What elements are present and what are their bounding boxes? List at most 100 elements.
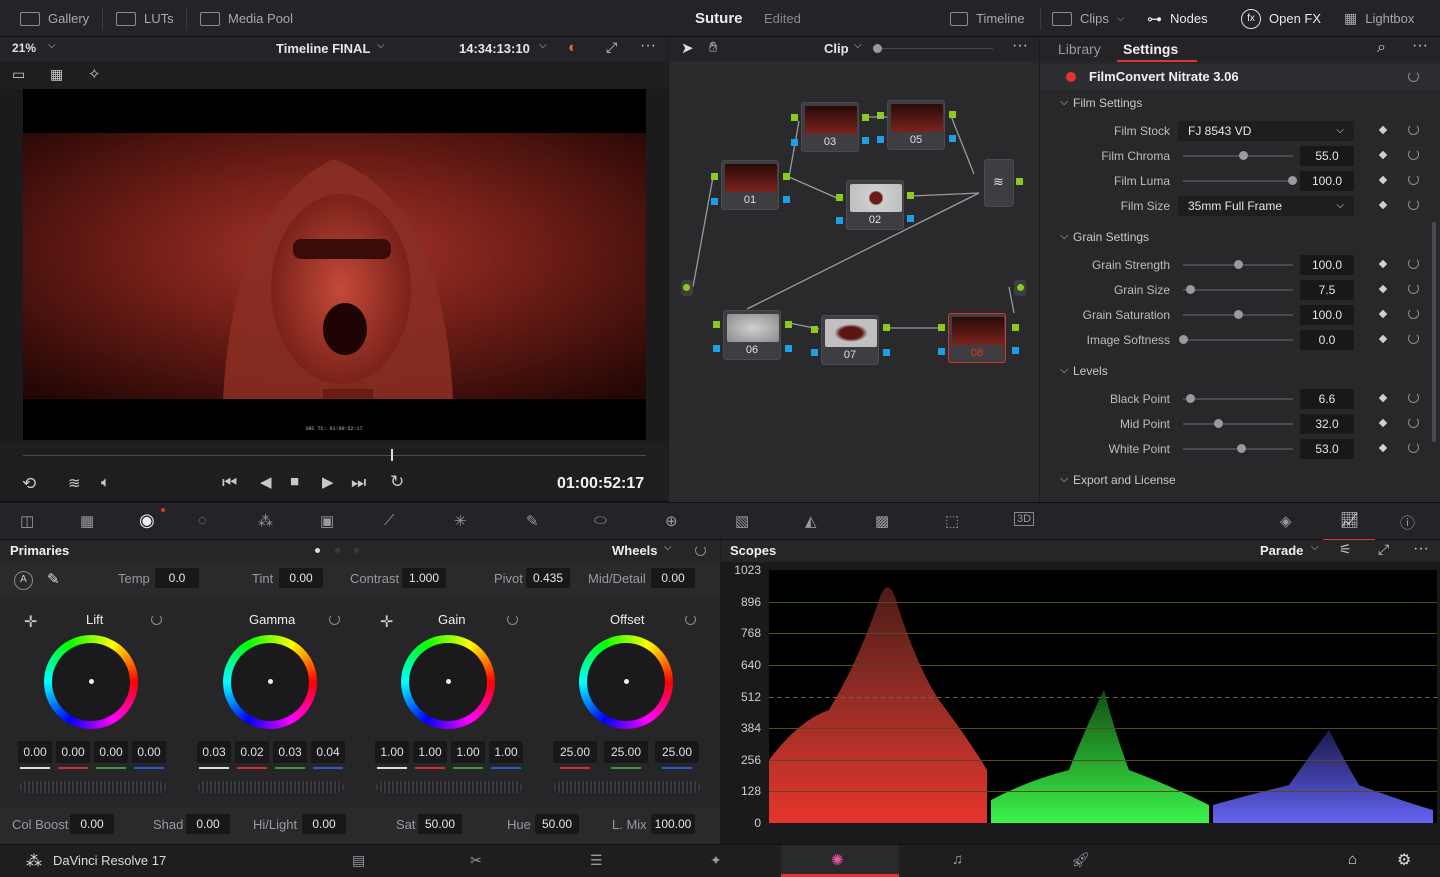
color-wheels-icon[interactable]: ◉ xyxy=(139,510,155,531)
gain-green[interactable]: 1.00 xyxy=(451,741,485,763)
reset-icon[interactable] xyxy=(1408,174,1419,185)
offset-red[interactable]: 25.00 xyxy=(553,741,597,763)
key-icon[interactable]: ▩ xyxy=(875,512,889,530)
grain-saturation-knob[interactable] xyxy=(1234,310,1243,319)
more-options-icon[interactable]: ··· xyxy=(640,37,656,55)
chevron-down-icon[interactable]: ⌵ xyxy=(1060,473,1068,486)
keyframe-icon[interactable] xyxy=(1378,309,1388,319)
gain-master[interactable]: 1.00 xyxy=(375,741,409,763)
reset-icon[interactable] xyxy=(1408,392,1419,403)
node-07[interactable]: 07 xyxy=(821,315,879,365)
reset-icon[interactable] xyxy=(1408,417,1419,428)
node-graph[interactable]: ≋ 01 02 03 05 06 07 08 xyxy=(669,61,1039,502)
fullscreen-icon[interactable]: ⤢ xyxy=(1378,541,1389,558)
pointer-icon[interactable]: ➤ xyxy=(681,39,694,57)
mid-point-knob[interactable] xyxy=(1214,419,1223,428)
tab-settings[interactable]: Settings xyxy=(1123,41,1178,57)
cut-page-icon[interactable]: ✂ xyxy=(470,852,482,869)
chevron-down-icon[interactable]: ⌵ xyxy=(854,40,862,51)
more-options-icon[interactable]: ··· xyxy=(1413,540,1429,558)
keyframe-icon[interactable] xyxy=(1378,175,1388,185)
single-view-icon[interactable]: ▭ xyxy=(12,66,25,83)
grain-size-field[interactable]: 7.5 xyxy=(1300,280,1354,300)
sizing-icon[interactable]: ⬚ xyxy=(945,512,959,530)
section-film-settings[interactable]: Film Settings xyxy=(1073,96,1142,110)
magic-mask-icon[interactable]: ▧ xyxy=(735,512,749,530)
keyframe-icon[interactable] xyxy=(1378,200,1388,210)
scope-mode-select[interactable]: Parade xyxy=(1260,543,1303,558)
more-options-icon[interactable]: ··· xyxy=(1012,37,1028,55)
gamma-blue[interactable]: 0.04 xyxy=(311,741,345,763)
lmix-field[interactable]: 100.00 xyxy=(651,814,695,834)
film-luma-knob[interactable] xyxy=(1288,176,1297,185)
skip-forward-icon[interactable]: ⏭︎ xyxy=(351,473,366,493)
highlight-icon[interactable]: ◐ xyxy=(568,39,577,56)
video-frame[interactable]: SRC TC: 01:00:52:17 xyxy=(23,89,646,440)
film-stock-select[interactable]: FJ 8543 VD ⌵ xyxy=(1178,121,1354,141)
zoom-select[interactable]: 21% xyxy=(12,41,36,55)
more-options-icon[interactable]: ··· xyxy=(1412,37,1428,55)
hdr-wheels-icon[interactable]: ◌ xyxy=(198,512,207,529)
scrubber-track[interactable] xyxy=(23,455,646,456)
colboost-field[interactable]: 0.00 xyxy=(70,814,114,834)
chevron-down-icon[interactable]: ⌵ xyxy=(48,40,56,51)
color-match-icon[interactable]: ▦ xyxy=(80,512,94,530)
media-page-icon[interactable]: ▤ xyxy=(352,852,365,869)
layers-icon[interactable]: ≋ xyxy=(68,474,81,492)
offset-master-jog[interactable] xyxy=(554,781,700,793)
lightbox-button[interactable]: ▦ Lightbox xyxy=(1344,0,1414,37)
luts-button[interactable]: LUTs xyxy=(116,0,174,37)
gallery-button[interactable]: Gallery xyxy=(20,0,89,37)
gain-master-jog[interactable] xyxy=(376,781,522,793)
grain-strength-field[interactable]: 100.0 xyxy=(1300,255,1354,275)
black-point-field[interactable]: 6.6 xyxy=(1300,389,1354,409)
gear-icon[interactable]: ⚙ xyxy=(1397,850,1411,870)
offset-green[interactable]: 25.00 xyxy=(604,741,648,763)
temp-field[interactable]: 0.0 xyxy=(155,568,199,588)
chevron-down-icon[interactable]: ⌵ xyxy=(1060,230,1068,243)
node-01[interactable]: 01 xyxy=(721,160,779,210)
keyframe-icon[interactable] xyxy=(1378,125,1388,135)
contrast-field[interactable]: 1.000 xyxy=(402,568,446,588)
gain-blue[interactable]: 1.00 xyxy=(489,741,523,763)
crosshair-icon[interactable]: ✛ xyxy=(380,612,393,632)
play-icon[interactable]: ▶ xyxy=(322,473,334,491)
keyframe-icon[interactable] xyxy=(1378,259,1388,269)
tint-field[interactable]: 0.00 xyxy=(279,568,323,588)
node-06[interactable]: 06 xyxy=(723,310,781,360)
tab-library[interactable]: Library xyxy=(1058,41,1101,57)
reset-icon[interactable] xyxy=(507,614,518,625)
blur-icon[interactable]: ◭ xyxy=(805,512,817,530)
primaries-mode-select[interactable]: Wheels xyxy=(612,543,658,558)
timeline-button[interactable]: Timeline xyxy=(950,0,1025,37)
page-dot-2[interactable] xyxy=(335,548,340,553)
section-levels[interactable]: Levels xyxy=(1073,364,1108,378)
hand-icon[interactable]: ✋︎ xyxy=(709,39,718,56)
color-page-tab[interactable]: ✺ xyxy=(781,845,899,877)
qualifier-icon[interactable]: ✎ xyxy=(526,512,539,530)
lift-blue[interactable]: 0.00 xyxy=(132,741,166,763)
grain-size-knob[interactable] xyxy=(1186,285,1195,294)
media-pool-button[interactable]: Media Pool xyxy=(200,0,293,37)
fusion-page-icon[interactable]: ✦ xyxy=(710,852,722,869)
rgb-mixer-icon[interactable]: ⁂ xyxy=(258,512,273,530)
volume-icon[interactable]: 🔈︎ xyxy=(101,474,110,491)
keyframe-icon[interactable] xyxy=(1378,418,1388,428)
reset-icon[interactable] xyxy=(685,614,696,625)
info-icon[interactable]: ⓘ xyxy=(1400,512,1415,533)
fairlight-page-icon[interactable]: ♫ xyxy=(952,851,963,868)
reset-icon[interactable] xyxy=(1408,333,1419,344)
reset-icon[interactable] xyxy=(1408,283,1419,294)
keyframe-icon[interactable] xyxy=(1378,334,1388,344)
camera-raw-icon[interactable]: ◫ xyxy=(20,512,34,530)
node-03[interactable]: 03 xyxy=(801,102,859,152)
layer-mixer-node[interactable]: ≋ xyxy=(984,159,1014,207)
reset-icon[interactable] xyxy=(1408,442,1419,453)
hue-field[interactable]: 50.00 xyxy=(535,814,579,834)
reset-icon[interactable] xyxy=(151,614,162,625)
keyframe-icon[interactable] xyxy=(1378,150,1388,160)
reset-icon[interactable] xyxy=(1408,71,1419,82)
white-point-knob[interactable] xyxy=(1237,444,1246,453)
chevron-down-icon[interactable]: ⌵ xyxy=(1060,364,1068,377)
section-export-license[interactable]: Export and License xyxy=(1073,473,1176,487)
